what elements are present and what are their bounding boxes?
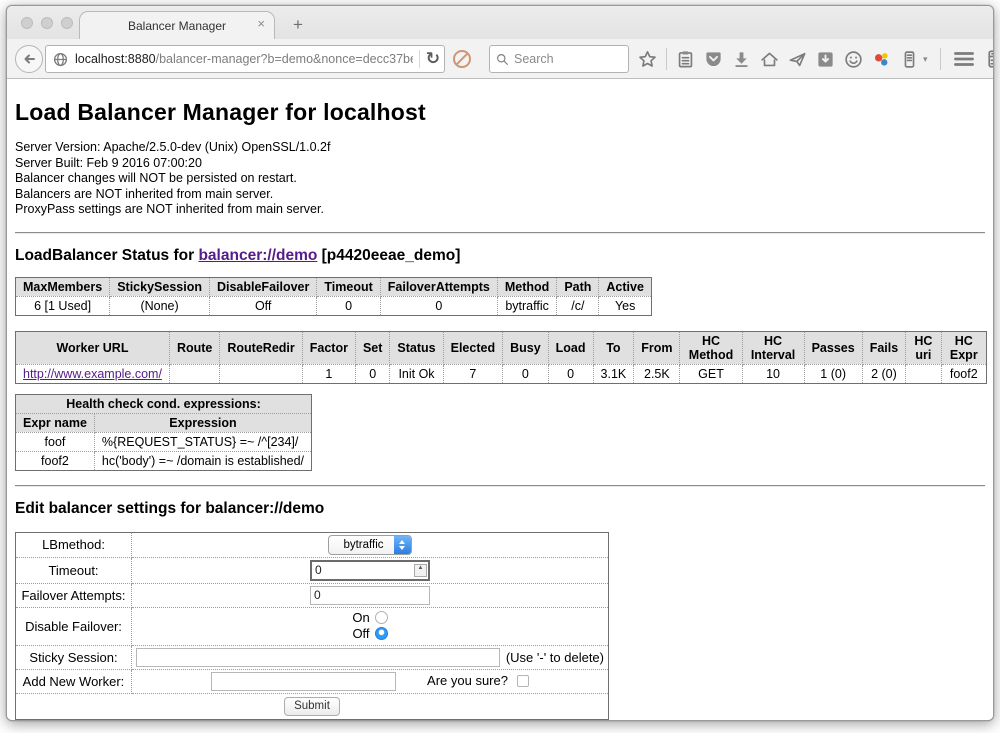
downloads-icon[interactable] — [732, 50, 751, 69]
table-row: 6 [1 Used] (None) Off 0 0 bytraffic /c/ … — [16, 296, 652, 315]
col-failoverattempts: FailoverAttempts — [380, 277, 497, 296]
table-row: foof %{REQUEST_STATUS} =~ /^[234]/ — [16, 432, 312, 451]
submit-button[interactable]: Submit — [284, 697, 340, 716]
health-check-table: Health check cond. expressions: Expr nam… — [15, 394, 312, 471]
status-heading: LoadBalancer Status for balancer://demo … — [15, 247, 985, 265]
disable-failover-label: Disable Failover: — [16, 607, 132, 645]
back-button[interactable] — [15, 45, 43, 73]
lbmethod-select[interactable]: bytraffic — [328, 535, 411, 555]
search-icon — [496, 53, 509, 66]
col-maxmembers: MaxMembers — [16, 277, 110, 296]
globe-icon — [53, 52, 68, 67]
tab-bar: Balancer Manager × + — [7, 6, 993, 39]
off-label: Off — [352, 626, 369, 641]
sticky-session-note: (Use '-' to delete) — [506, 650, 604, 665]
url-divider — [419, 50, 420, 68]
close-window-button[interactable] — [21, 17, 33, 29]
clipboard-icon[interactable] — [676, 50, 695, 69]
failover-off-radio[interactable] — [375, 627, 388, 640]
toolbar-separator — [940, 48, 941, 70]
block-indicator-icon[interactable] — [453, 50, 471, 68]
table-row: foof2 hc('body') =~ /domain is establish… — [16, 451, 312, 470]
tab-title: Balancer Manager — [128, 19, 226, 33]
home-icon[interactable] — [760, 50, 779, 69]
url-bar[interactable]: localhost:8880/balancer-manager?b=demo&n… — [45, 45, 445, 73]
search-bar — [489, 45, 629, 73]
panel-caret-icon[interactable]: ▾ — [923, 54, 928, 65]
browser-window: Balancer Manager × + localhost:8880/bala… — [6, 5, 994, 721]
navigation-toolbar: localhost:8880/balancer-manager?b=demo&n… — [7, 39, 993, 79]
balancer-link[interactable]: balancer://demo — [198, 247, 317, 264]
section-divider — [15, 232, 985, 234]
url-text: localhost:8880/balancer-manager?b=demo&n… — [75, 52, 413, 66]
zoom-window-button[interactable] — [61, 17, 73, 29]
window-controls — [21, 17, 73, 29]
server-info: Server Version: Apache/2.5.0-dev (Unix) … — [15, 140, 985, 218]
col-timeout: Timeout — [317, 277, 380, 296]
worker-table: Worker URL Route RouteRedir Factor Set S… — [15, 331, 987, 384]
sidebar-panel-icon[interactable] — [900, 50, 919, 69]
pocket-icon[interactable] — [704, 50, 723, 69]
bookmark-star-icon[interactable] — [638, 50, 657, 69]
tab-close-icon[interactable]: × — [257, 17, 265, 31]
failover-attempts-label: Failover Attempts: — [16, 583, 132, 607]
notice-persist: Balancer changes will NOT be persisted o… — [15, 171, 985, 187]
lbmethod-label: LBmethod: — [16, 532, 132, 557]
failover-attempts-input[interactable] — [310, 586, 430, 605]
server-built: Server Built: Feb 9 2016 07:00:20 — [15, 156, 985, 172]
tab-balancer-manager[interactable]: Balancer Manager × — [79, 11, 275, 39]
notice-proxypass: ProxyPass settings are NOT inherited fro… — [15, 202, 985, 218]
number-spinner-icon[interactable]: ▲ — [414, 564, 427, 577]
worker-url-link[interactable]: http://www.example.com/ — [23, 367, 162, 381]
col-active: Active — [599, 277, 652, 296]
send-icon[interactable] — [788, 50, 807, 69]
toolbar-separator — [666, 48, 667, 70]
balancer-status-table: MaxMembers StickySession DisableFailover… — [15, 277, 652, 316]
hello-icon[interactable] — [872, 50, 891, 69]
sticky-session-input[interactable] — [136, 648, 500, 667]
add-worker-input[interactable] — [211, 672, 396, 691]
add-worker-label: Add New Worker: — [16, 669, 132, 693]
menu-hamburger-icon[interactable] — [953, 50, 975, 68]
page-content: Load Balancer Manager for localhost Serv… — [7, 79, 993, 721]
server-version: Server Version: Apache/2.5.0-dev (Unix) … — [15, 140, 985, 156]
timeout-input[interactable] — [310, 560, 430, 581]
tab-groups-icon[interactable] — [987, 49, 994, 69]
notice-inherit: Balancers are NOT inherited from main se… — [15, 187, 985, 203]
page-title: Load Balancer Manager for localhost — [15, 99, 985, 126]
select-stepper-icon — [394, 536, 411, 554]
col-method: Method — [497, 277, 556, 296]
new-tab-button[interactable]: + — [293, 15, 303, 35]
col-disablefailover: DisableFailover — [209, 277, 316, 296]
on-label: On — [352, 610, 369, 625]
confirm-label: Are you sure? — [427, 673, 508, 688]
table-row: http://www.example.com/ 1 0 Init Ok 7 0 … — [16, 364, 987, 383]
health-table-title: Health check cond. expressions: — [16, 394, 312, 413]
sticky-session-label: Sticky Session: — [16, 645, 132, 669]
edit-settings-heading: Edit balancer settings for balancer://de… — [15, 500, 985, 518]
balancer-settings-form: LBmethod: bytraffic Timeout: ▲ — [15, 532, 609, 720]
failover-on-radio[interactable] — [375, 611, 388, 624]
confirm-checkbox[interactable] — [517, 675, 529, 687]
minimize-window-button[interactable] — [41, 17, 53, 29]
col-stickysession: StickySession — [110, 277, 210, 296]
reload-icon[interactable]: ↻ — [426, 51, 440, 67]
search-input[interactable] — [514, 52, 614, 66]
timeout-label: Timeout: — [16, 557, 132, 583]
feedback-smiley-icon[interactable] — [844, 50, 863, 69]
install-icon[interactable] — [816, 50, 835, 69]
col-path: Path — [557, 277, 599, 296]
section-divider — [15, 485, 985, 487]
